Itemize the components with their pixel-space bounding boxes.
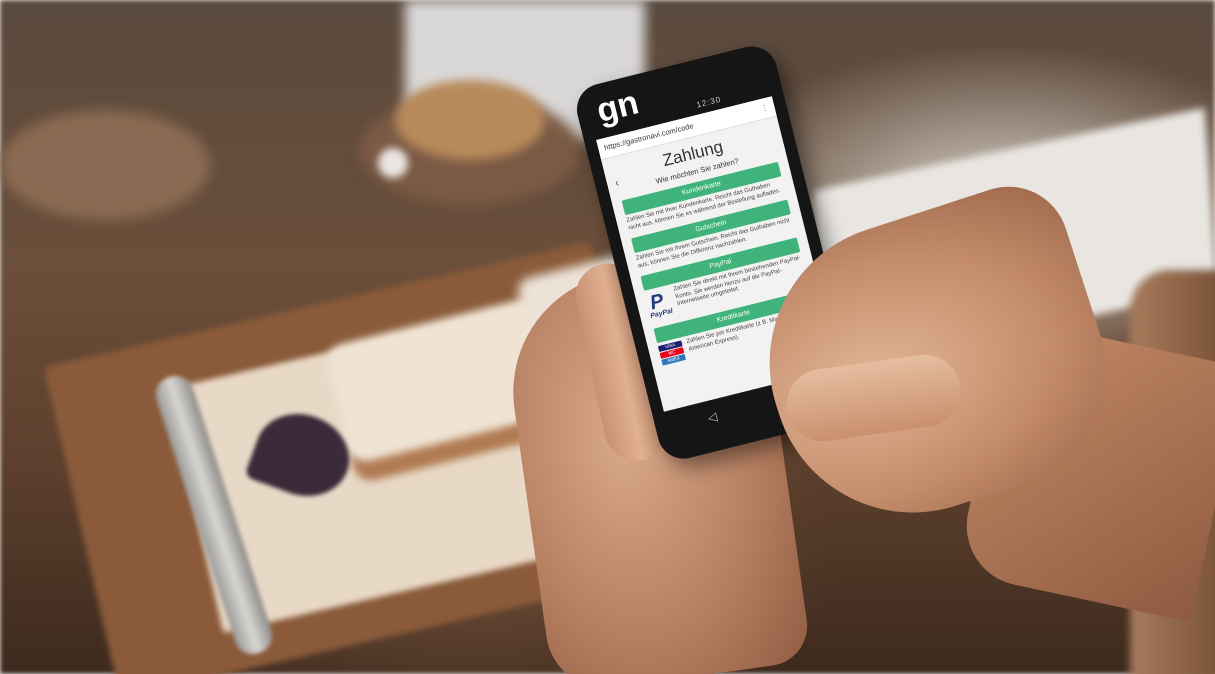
cafe-photo: gn 12:30 https://gastronavi.com/code ⋮ ‹…	[0, 0, 1215, 674]
overflow-menu-icon[interactable]: ⋮	[759, 98, 771, 119]
croissant	[395, 80, 545, 160]
credit-cards-icon: VISA MC AMEX	[657, 340, 687, 367]
paypal-logo-icon: P PayPal	[647, 289, 674, 321]
status-bar-time: 12:30	[695, 94, 723, 110]
coffee-plate-left	[0, 110, 210, 220]
nav-back-icon[interactable]: ◁	[706, 409, 718, 425]
gastronavi-logo: gn	[592, 83, 643, 131]
light-glare	[378, 148, 408, 178]
